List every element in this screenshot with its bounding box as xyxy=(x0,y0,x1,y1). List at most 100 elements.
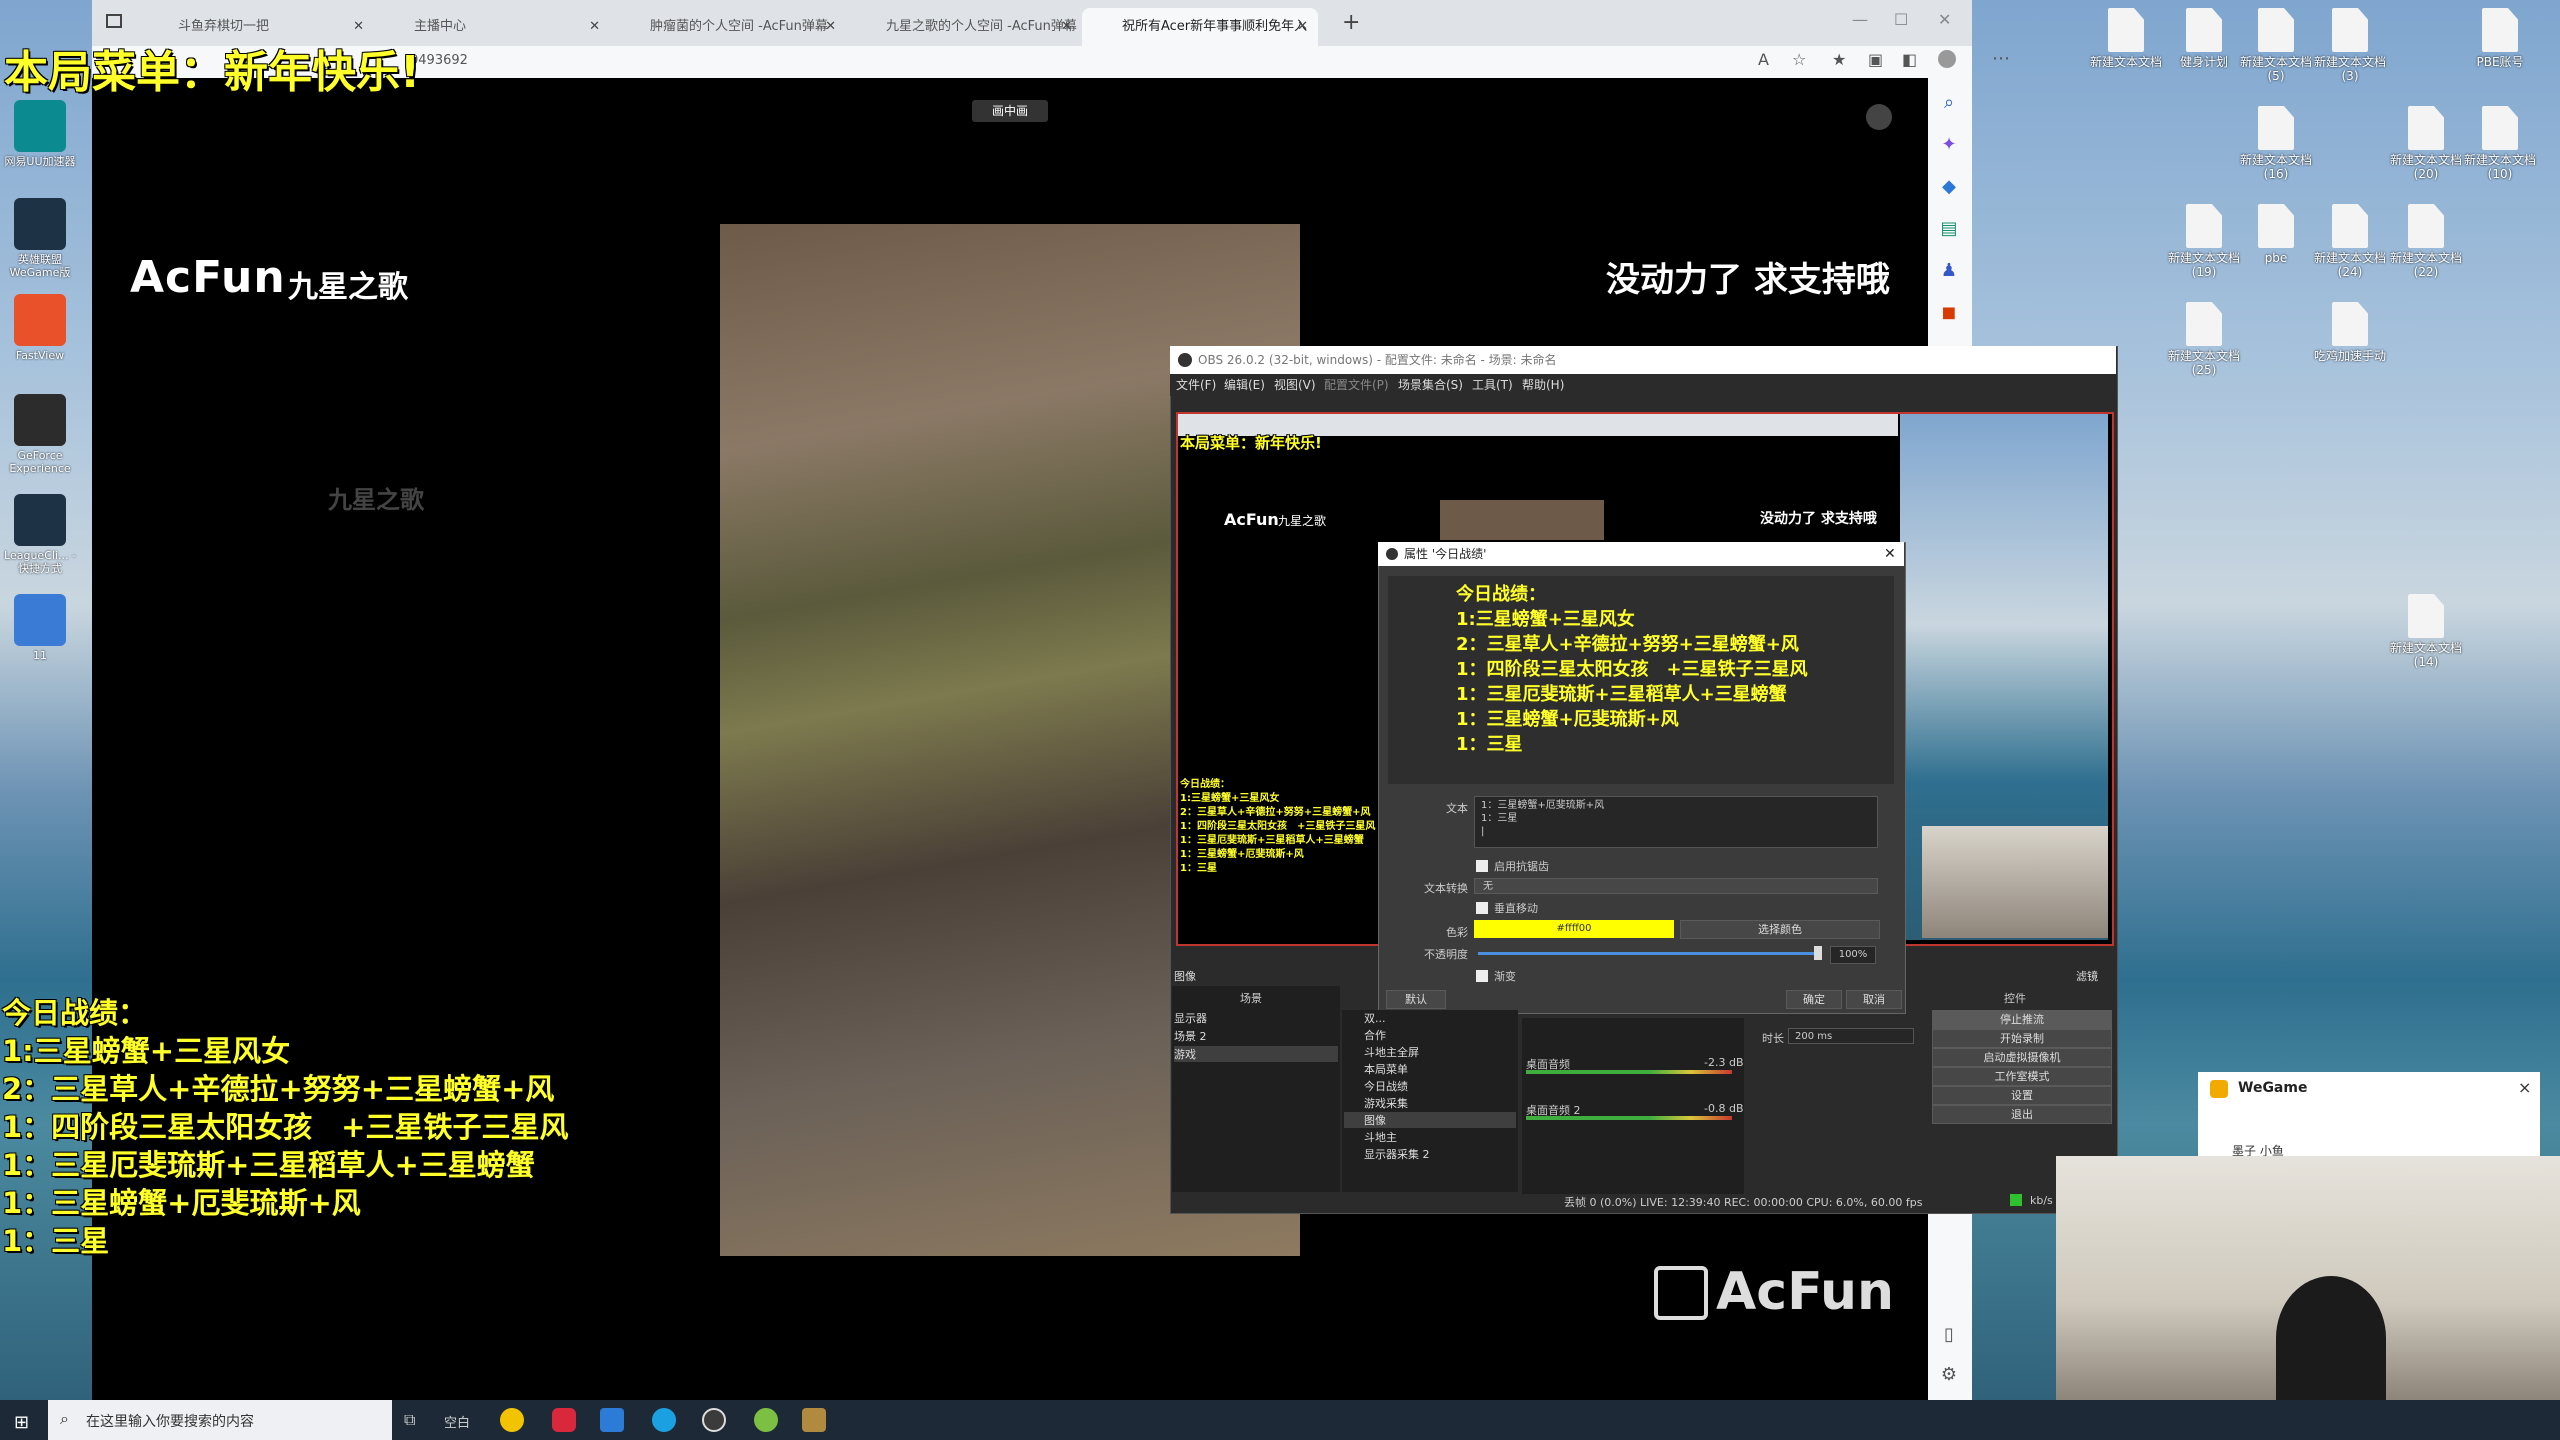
office-icon[interactable]: ◼ xyxy=(1936,300,1962,326)
netease-music-icon[interactable] xyxy=(552,1408,576,1432)
vertical-checkbox[interactable] xyxy=(1476,902,1488,914)
window-close-button[interactable]: ✕ xyxy=(1938,10,1951,29)
exit-button[interactable]: 退出 xyxy=(1932,1105,2112,1124)
antialias-checkbox[interactable] xyxy=(1476,860,1488,872)
source-item[interactable]: 斗地主全屏 xyxy=(1364,1044,1419,1060)
scene-item-active[interactable]: 游戏 xyxy=(1174,1046,1338,1062)
source-item[interactable]: 斗地主 xyxy=(1364,1129,1397,1145)
minimize-button[interactable]: — xyxy=(1852,10,1868,29)
start-recording-button[interactable]: 开始录制 xyxy=(1932,1029,2112,1048)
favorites-icon[interactable]: ★ xyxy=(1832,50,1846,69)
task-view-icon[interactable]: ⧉ xyxy=(404,1410,415,1430)
desktop-icon[interactable]: 新建文本文档 (3) xyxy=(2304,8,2396,83)
desktop-icon[interactable]: 新建文本文档 (25) xyxy=(2158,302,2250,377)
sidebar-toggle-icon[interactable]: ▯ xyxy=(1936,1322,1962,1348)
obs-titlebar[interactable]: OBS 26.0.2 (32-bit, windows) - 配置文件: 未命名… xyxy=(1170,346,2116,374)
widget-text[interactable]: 空白 xyxy=(444,1412,470,1431)
transition-duration-input[interactable]: 200 ms xyxy=(1788,1028,1914,1044)
taskbar-app-icon[interactable] xyxy=(754,1408,778,1432)
text-input[interactable]: 1：三星螃蟹+厄斐琉斯+风 1：三星 | xyxy=(1474,796,1878,848)
profile-avatar[interactable] xyxy=(1938,50,1956,68)
gradient-checkbox[interactable] xyxy=(1476,970,1488,982)
settings-button[interactable]: 设置 xyxy=(1932,1086,2112,1105)
obs-menu-help[interactable]: 帮助(H) xyxy=(1522,374,1564,396)
league-taskbar-icon[interactable] xyxy=(802,1408,826,1432)
more-icon[interactable]: ⋯ xyxy=(1992,48,2010,69)
favorite-icon[interactable]: ☆ xyxy=(1792,50,1806,69)
obs-menu-edit[interactable]: 编辑(E) xyxy=(1224,374,1265,396)
wegame-popup[interactable]: WeGame × xyxy=(2198,1072,2540,1109)
source-item[interactable]: 本局菜单 xyxy=(1364,1061,1408,1077)
close-icon[interactable]: ✕ xyxy=(589,8,600,46)
obs-menu-file[interactable]: 文件(F) xyxy=(1176,374,1216,396)
desktop-icon[interactable]: 新建文本文档 (22) xyxy=(2380,204,2472,279)
desktop-icon[interactable]: 吃鸡加速手动 xyxy=(2304,302,2396,363)
dialog-titlebar[interactable]: 属性 '今日战绩' ✕ xyxy=(1378,542,1904,566)
new-tab-button[interactable]: + xyxy=(1342,10,1360,35)
desktop-shortcut[interactable]: LeagueCli... - 快捷方式 xyxy=(0,494,80,575)
pip-button[interactable]: 画中画 xyxy=(972,100,1048,122)
tab-acfun-video-active[interactable]: 祝所有Acer新年事事顺利免年入 ✕ xyxy=(1082,8,1318,46)
choose-color-button[interactable]: 选择颜色 xyxy=(1680,920,1880,939)
dialog-close-button[interactable]: ✕ xyxy=(1884,542,1896,566)
extensions-icon[interactable]: ◧ xyxy=(1902,50,1917,69)
acfun-channel-name: 九星之歌 xyxy=(288,270,408,305)
search-icon[interactable]: ⌕ xyxy=(1936,90,1962,116)
desktop-icon[interactable]: 新建文本文档 (14) xyxy=(2380,594,2472,669)
source-item[interactable]: 游戏采集 xyxy=(1364,1095,1408,1111)
source-item[interactable]: 今日战绩 xyxy=(1364,1078,1408,1094)
obs-menu-tools[interactable]: 工具(T) xyxy=(1472,374,1513,396)
desktop-shortcut[interactable]: FastView xyxy=(0,294,80,362)
ok-button[interactable]: 确定 xyxy=(1786,990,1842,1009)
collections-icon[interactable]: ▣ xyxy=(1868,50,1883,69)
tab-actions-icon[interactable] xyxy=(106,14,122,28)
defaults-button[interactable]: 默认 xyxy=(1386,990,1446,1009)
cancel-button[interactable]: 取消 xyxy=(1846,990,1902,1009)
taskbar-app-icon[interactable] xyxy=(500,1408,524,1432)
filters-button[interactable]: 滤镜 xyxy=(2076,968,2098,984)
obs-menu-view[interactable]: 视图(V) xyxy=(1274,374,1316,396)
games-icon[interactable]: ♟ xyxy=(1936,258,1962,284)
desktop-shortcut[interactable]: GeForce Experience xyxy=(0,394,80,475)
source-item[interactable]: 双... xyxy=(1364,1010,1386,1026)
opacity-spinbox[interactable]: 100% xyxy=(1830,946,1876,964)
desktop-shortcut[interactable]: 11 xyxy=(0,594,80,662)
wegame-close-button[interactable]: × xyxy=(2518,1078,2531,1097)
stop-streaming-button[interactable]: 停止推流 xyxy=(1932,1010,2112,1029)
desktop-icon[interactable]: PBE账号 xyxy=(2454,8,2546,69)
tab-acfun-space-1[interactable]: 肿瘤菌的个人空间 -AcFun弹幕 ✕ xyxy=(610,8,846,46)
scene-item[interactable]: 场景 2 xyxy=(1174,1028,1207,1044)
copilot-icon[interactable]: ✦ xyxy=(1936,132,1962,158)
virtual-camera-button[interactable]: 启动虚拟摄像机 xyxy=(1932,1048,2112,1067)
desktop-shortcut[interactable]: 英雄联盟WeGame版 xyxy=(0,198,80,279)
studio-mode-button[interactable]: 工作室模式 xyxy=(1932,1067,2112,1086)
scene-item[interactable]: 显示器 xyxy=(1174,1010,1207,1026)
close-icon[interactable]: ✕ xyxy=(1297,8,1308,46)
obs-taskbar-icon[interactable] xyxy=(702,1408,726,1432)
source-item[interactable]: 显示器采集 2 xyxy=(1364,1146,1430,1162)
obs-menu-scene-collection[interactable]: 场景集合(S) xyxy=(1398,374,1463,396)
preview-webcam xyxy=(1922,826,2108,938)
start-button[interactable]: ⊞ xyxy=(14,1412,29,1433)
obs-menu-profile[interactable]: 配置文件(P) xyxy=(1324,374,1389,396)
settings-icon[interactable]: ⚙ xyxy=(1936,1362,1962,1388)
desktop-shortcut[interactable]: 网易UU加速器 xyxy=(0,100,80,168)
desktop-icon[interactable]: 新建文本文档 (10) xyxy=(2454,106,2546,181)
close-icon[interactable]: ✕ xyxy=(825,8,836,46)
opacity-slider[interactable] xyxy=(1478,952,1820,955)
taskbar-search-box[interactable]: ⌕ 在这里输入你要搜索的内容 xyxy=(48,1400,392,1440)
video-settings-icon[interactable] xyxy=(1866,104,1892,130)
read-aloud-icon[interactable]: A xyxy=(1758,50,1769,69)
maximize-button[interactable]: ☐ xyxy=(1894,10,1908,29)
source-item[interactable]: 合作 xyxy=(1364,1027,1386,1043)
photoshop-icon[interactable] xyxy=(600,1408,624,1432)
source-item-active[interactable]: 图像 xyxy=(1344,1112,1516,1128)
desktop-icon[interactable]: 新建文本文档 (16) xyxy=(2230,106,2322,181)
transform-select[interactable]: 无 xyxy=(1474,878,1878,894)
tools-icon[interactable]: ▤ xyxy=(1936,216,1962,242)
opacity-slider-handle[interactable] xyxy=(1814,946,1822,960)
close-icon[interactable]: ✕ xyxy=(1061,8,1072,46)
shopping-icon[interactable]: ◆ xyxy=(1936,174,1962,200)
edge-icon[interactable] xyxy=(652,1408,676,1432)
tab-acfun-space-2[interactable]: 九星之歌的个人空间 -AcFun弹幕 ✕ xyxy=(846,8,1082,46)
